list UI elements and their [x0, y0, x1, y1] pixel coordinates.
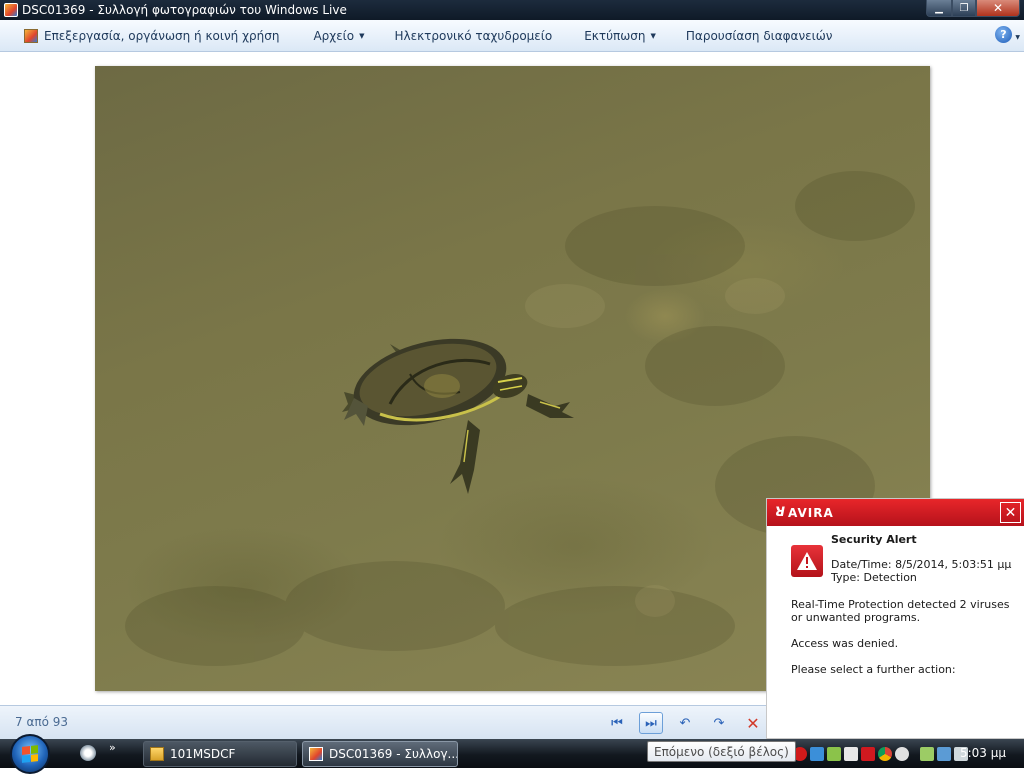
email-button[interactable]: Ηλεκτρονικό ταχυδρομείο	[388, 24, 558, 48]
alert-message: Real-Time Protection detected 2 viruses …	[791, 598, 1010, 624]
avira-close-button[interactable]: ✕	[1000, 502, 1021, 523]
previous-icon: ⏮	[611, 715, 623, 731]
help-icon[interactable]: ?	[995, 26, 1012, 43]
chevron-down-icon: ▼	[359, 31, 365, 40]
window-title: DSC01369 - Συλλογή φωτογραφιών του Windo…	[22, 3, 347, 17]
warning-icon	[791, 545, 823, 577]
command-bar: Επεξεργασία, οργάνωση ή κοινή χρήση Αρχε…	[0, 20, 1024, 52]
alert-type: Type: Detection	[831, 571, 917, 584]
chevron-down-icon: ▼	[650, 31, 656, 40]
start-button[interactable]	[10, 734, 50, 774]
tray-dropbox-icon[interactable]	[810, 746, 824, 761]
rotate-left-button[interactable]: ↶	[673, 712, 697, 734]
taskbar-clock[interactable]: 5:03 μμ	[960, 746, 1006, 760]
print-menu-label: Εκτύπωση	[584, 28, 646, 43]
taskbar-button-folder[interactable]: 101MSDCF	[143, 741, 297, 767]
avira-logo-icon: ꓤ	[775, 505, 787, 520]
tray-document-icon[interactable]	[844, 746, 858, 761]
alert-access-denied: Access was denied.	[791, 637, 899, 650]
slideshow-label: Παρουσίαση διαφανειών	[685, 28, 833, 43]
quick-launch-more-icon[interactable]: »	[109, 741, 116, 754]
file-menu-label: Αρχείο	[313, 28, 355, 43]
photo-counter: 7 από 93	[15, 715, 69, 729]
delete-icon: ✕	[746, 713, 760, 733]
photo-gallery-app-icon[interactable]	[4, 3, 18, 17]
window-controls: ▁ ❐ ✕	[926, 0, 1020, 17]
print-menu[interactable]: Εκτύπωση ▼	[578, 24, 662, 48]
next-button[interactable]: ⏭	[639, 712, 663, 734]
slideshow-button[interactable]: Παρουσίαση διαφανειών	[680, 24, 839, 48]
chevron-down-icon[interactable]: ▼	[1015, 34, 1020, 41]
avira-header: ꓤ AVIRA ✕	[767, 499, 1024, 526]
avira-security-alert: ꓤ AVIRA ✕ Security Alert Date/Time: 8/5/…	[766, 498, 1024, 739]
windows-logo-icon	[22, 745, 38, 763]
previous-button[interactable]: ⏮	[605, 712, 629, 734]
minimize-button[interactable]: ▁	[926, 0, 952, 17]
avira-logo: ꓤ AVIRA	[775, 505, 834, 520]
tray-device-icon[interactable]	[920, 746, 934, 761]
next-button-tooltip: Επόμενο (δεξιό βέλος)	[647, 741, 796, 762]
alert-datetime: Date/Time: 8/5/2014, 5:03:51 μμ	[831, 558, 1012, 571]
avira-brand: AVIRA	[788, 505, 834, 520]
rotate-right-icon: ↷	[713, 715, 725, 731]
edit-icon	[24, 28, 38, 43]
tray-network-icon[interactable]	[937, 746, 951, 761]
tray-sync-icon[interactable]	[827, 746, 841, 761]
tray-chrome-icon[interactable]	[878, 746, 892, 761]
folder-icon	[150, 747, 164, 761]
email-label: Ηλεκτρονικό ταχυδρομείο	[394, 28, 553, 43]
alert-title: Security Alert	[831, 533, 917, 546]
photo-gallery-icon	[309, 747, 323, 761]
next-icon: ⏭	[645, 715, 657, 731]
taskbar-button-gallery[interactable]: DSC01369 - Συλλογ...	[302, 741, 458, 767]
edit-organize-share-label: Επεξεργασία, οργάνωση ή κοινή χρήση	[44, 28, 280, 43]
rotate-left-icon: ↶	[679, 715, 691, 731]
taskbar-gallery-label: DSC01369 - Συλλογ...	[329, 747, 458, 761]
tray-check-icon[interactable]	[895, 746, 909, 761]
delete-button[interactable]: ✕	[741, 712, 765, 734]
taskbar-folder-label: 101MSDCF	[170, 747, 236, 761]
edit-organize-share-button[interactable]: Επεξεργασία, οργάνωση ή κοινή χρήση	[18, 24, 285, 48]
maximize-button[interactable]: ❐	[952, 0, 976, 17]
title-bar: DSC01369 - Συλλογή φωτογραφιών του Windo…	[0, 0, 1024, 20]
file-menu[interactable]: Αρχείο ▼	[307, 24, 370, 48]
rotate-right-button[interactable]: ↷	[707, 712, 731, 734]
taskbar: » 101MSDCF DSC01369 - Συλλογ... 5:03 μμ	[0, 734, 1024, 774]
quick-launch-icon[interactable]	[80, 745, 96, 761]
alert-action-prompt: Please select a further action:	[791, 663, 956, 676]
tray-avira-icon[interactable]	[861, 746, 875, 761]
close-button[interactable]: ✕	[976, 0, 1020, 17]
